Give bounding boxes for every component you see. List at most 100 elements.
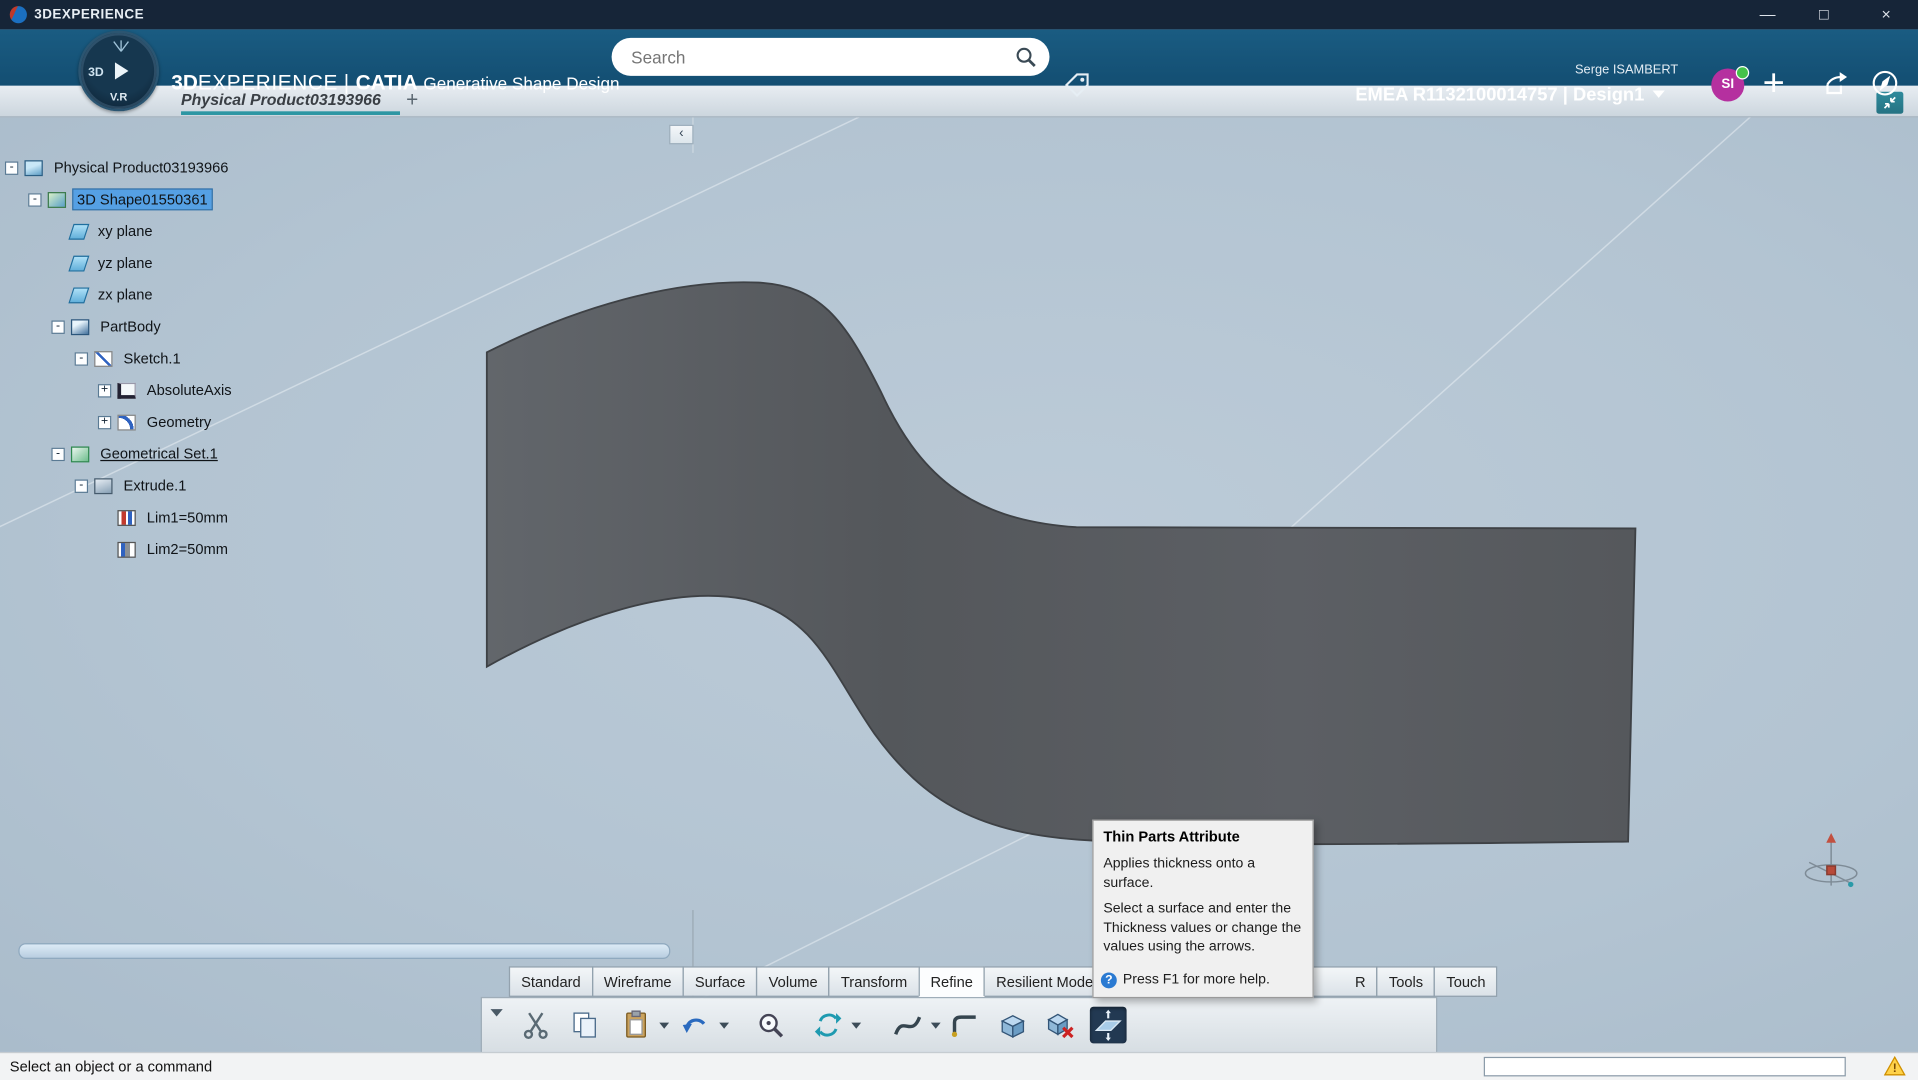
tree-expander-icon[interactable]: - [51,446,65,461]
tree-item[interactable]: - Sketch.1 [0,342,685,374]
share-icon[interactable] [1821,70,1850,105]
tooltip-help-text: Press F1 for more help. [1122,972,1270,988]
volume-button[interactable] [994,1007,1031,1044]
update-button[interactable] [810,1007,862,1044]
partbody-icon [70,318,90,335]
maximize-button[interactable]: □ [1796,0,1852,29]
command-input[interactable] [1483,1056,1846,1077]
tree-item-label[interactable]: Geometrical Set.1 [97,444,222,464]
cut-button[interactable] [517,1007,554,1044]
tag-icon[interactable] [1063,71,1091,105]
update-icon [812,1009,844,1041]
sketch-icon [94,350,113,367]
corner-icon [949,1009,981,1041]
compass-axes-icon [113,40,129,52]
3d-compass-widget[interactable]: 3D V.R [78,30,160,112]
plane-icon [68,286,90,303]
app-module: Generative Shape Design [423,73,620,93]
tree-expander-icon[interactable]: + [97,415,112,429]
ribbon-tab-surface[interactable]: Surface [682,966,758,997]
tree-expander-icon[interactable]: - [28,192,42,207]
undo-icon [680,1009,712,1041]
geoset-icon [70,445,90,462]
tree-item-label[interactable]: PartBody [97,317,165,337]
copy-icon [569,1009,601,1041]
search-input[interactable] [611,37,1021,76]
zoom-icon [755,1009,787,1041]
tree-item[interactable]: zx plane [0,279,685,311]
ribbon-tab-tools[interactable]: Tools [1376,966,1436,997]
tree-item[interactable]: + Geometry [0,406,685,438]
plane-icon [68,223,90,240]
tree-item-label[interactable]: Physical Product03193966 [50,158,232,178]
search-bar [611,37,1050,76]
tree-item-label[interactable]: xy plane [94,221,156,241]
zoom-button[interactable] [752,1007,789,1044]
extract-button[interactable] [947,1007,984,1044]
tree-item-label[interactable]: yz plane [94,253,156,273]
tree-item-label[interactable]: AbsoluteAxis [143,380,235,400]
dropdown-arrow-icon[interactable] [659,1022,670,1029]
tenant-selector[interactable]: EMEA R1132100014757 | Design1 [1355,84,1666,105]
warning-icon[interactable]: ! [1883,1055,1906,1080]
ribbon-tab-touch[interactable]: Touch [1434,966,1498,997]
tree-item-label[interactable]: Sketch.1 [120,349,184,369]
tree-item-label[interactable]: 3D Shape01550361 [72,188,213,211]
thin-parts-attribute-button[interactable] [1089,1006,1127,1044]
titlebar: 3DEXPERIENCE — □ × [0,0,1918,30]
app-name: CATIA [355,70,418,95]
tree-expander-icon[interactable]: - [74,478,89,493]
limit2-icon [117,541,136,558]
tree-item[interactable]: + AbsoluteAxis [0,374,685,406]
undo-button[interactable] [678,1007,730,1044]
search-icon[interactable] [1013,44,1039,76]
tree-item[interactable]: - Geometrical Set.1 [0,438,685,470]
copy-button[interactable] [566,1007,603,1044]
tree-horizontal-scrollbar[interactable] [18,943,671,959]
tree-item[interactable]: - PartBody [0,311,685,343]
tree-item[interactable]: Lim2=50mm [0,533,685,565]
compass-3d-label[interactable]: 3D [88,66,104,79]
tree-item-label[interactable]: Lim2=50mm [143,539,232,559]
help-icon: ? [1100,971,1117,988]
product-icon [24,159,43,176]
ribbon-tab-refine[interactable]: Refine [918,966,986,997]
tree-item[interactable]: Lim1=50mm [0,502,685,534]
tree-panel-collapse-button[interactable]: ‹ [669,124,694,145]
sweep-button[interactable] [889,1007,941,1044]
ribbon-tab-volume[interactable]: Volume [756,966,830,997]
dropdown-arrow-icon[interactable] [930,1022,941,1029]
tree-item[interactable]: xy plane [0,215,685,247]
ribbon-tab-standard[interactable]: Standard [508,966,593,997]
paste-button[interactable] [618,1007,670,1044]
ribbon-tab-wireframe[interactable]: Wireframe [591,966,684,997]
close-button[interactable]: × [1856,0,1917,29]
tree-item[interactable]: - 3D Shape01550361 [0,183,685,215]
plane-icon [68,255,90,271]
tree-item-label[interactable]: Geometry [143,412,215,432]
compass-vr-label[interactable]: V.R [81,91,157,103]
tree-item-label[interactable]: Lim1=50mm [143,508,232,528]
chevron-down-icon [1652,90,1666,98]
add-app-button[interactable]: + [1763,61,1785,105]
tree-item[interactable]: - Extrude.1 [0,470,685,502]
tree-item[interactable]: yz plane [0,247,685,279]
tree-expander-icon[interactable]: + [97,383,112,397]
tree-expander-icon[interactable]: - [74,351,89,366]
tree-expander-icon[interactable]: - [4,160,19,175]
tree-item[interactable]: - Physical Product03193966 [0,152,685,184]
dropdown-arrow-icon[interactable] [851,1022,862,1029]
dropdown-arrow-icon[interactable] [719,1022,730,1029]
tree-expander-icon[interactable]: - [51,319,65,334]
status-message: Select an object or a command [9,1058,213,1076]
tree-item-label[interactable]: zx plane [94,285,156,305]
toolbar-chevron-icon[interactable] [490,1009,503,1017]
compass-play-icon[interactable] [114,62,129,80]
view-robot-icon[interactable] [1804,833,1858,888]
volume-delete-button[interactable] [1042,1007,1079,1044]
minimize-button[interactable]: — [1739,0,1795,29]
tree-item-label[interactable]: Extrude.1 [120,476,190,496]
scissors-icon [520,1009,552,1041]
ribbon-tab-transform[interactable]: Transform [828,966,920,997]
compass-help-icon[interactable] [1869,67,1901,105]
